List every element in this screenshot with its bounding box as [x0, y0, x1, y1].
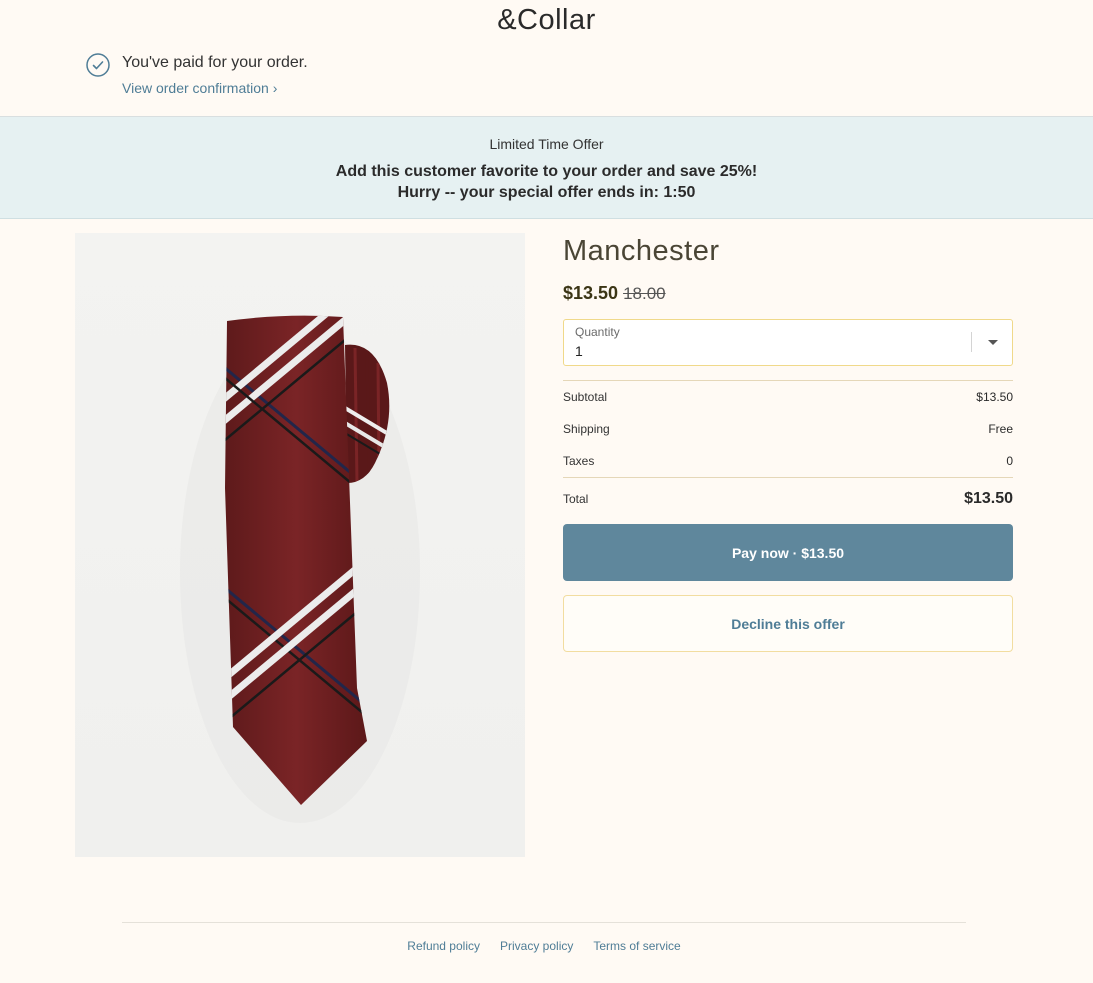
shipping-value: Free — [988, 422, 1013, 436]
total-row: Total $13.50 — [563, 477, 1013, 519]
footer-links: Refund policy Privacy policy Terms of se… — [122, 939, 966, 953]
main-content: Manchester $13.50 18.00 Quantity 1 Subto… — [0, 219, 1093, 922]
chevron-down-icon[interactable] — [988, 340, 998, 345]
taxes-label: Taxes — [563, 454, 595, 468]
total-value: $13.50 — [964, 489, 1013, 507]
payment-status: You've paid for your order. View order c… — [86, 52, 308, 98]
decline-offer-button[interactable]: Decline this offer — [563, 595, 1013, 652]
offer-banner: Limited Time Offer Add this customer fav… — [0, 117, 1093, 219]
product-image — [75, 233, 525, 857]
offer-headline: Add this customer favorite to your order… — [335, 163, 758, 180]
privacy-policy-link[interactable]: Privacy policy — [500, 939, 573, 953]
offer-label: Limited Time Offer — [489, 136, 604, 152]
check-circle-icon — [86, 53, 110, 77]
quantity-value: 1 — [575, 343, 583, 359]
shipping-row: Shipping Free — [563, 413, 1013, 445]
subtotal-label: Subtotal — [563, 390, 608, 404]
taxes-row: Taxes 0 — [563, 445, 1013, 477]
subtotal-value: $13.50 — [976, 390, 1013, 404]
order-summary: Subtotal $13.50 Shipping Free Taxes 0 To… — [563, 380, 1013, 519]
total-label: Total — [563, 491, 589, 506]
original-price: 18.00 — [623, 284, 666, 303]
view-order-confirmation-link[interactable]: View order confirmation › — [122, 78, 308, 98]
terms-of-service-link[interactable]: Terms of service — [593, 939, 680, 953]
select-divider — [971, 332, 972, 352]
paid-message: You've paid for your order. — [122, 54, 308, 71]
necktie-image — [180, 315, 420, 823]
quantity-select[interactable]: Quantity 1 — [563, 319, 1013, 366]
store-logo[interactable]: &Collar — [0, 4, 1093, 37]
price-row: $13.50 18.00 — [563, 283, 1013, 304]
refund-policy-link[interactable]: Refund policy — [407, 939, 480, 953]
subtotal-row: Subtotal $13.50 — [563, 381, 1013, 413]
shipping-label: Shipping — [563, 422, 610, 436]
sale-price: $13.50 — [563, 283, 619, 303]
offer-details: Manchester $13.50 18.00 Quantity 1 Subto… — [563, 233, 1013, 652]
taxes-value: 0 — [1006, 454, 1013, 468]
quantity-label: Quantity — [575, 325, 620, 339]
offer-timer: Hurry -- your special offer ends in: 1:5… — [397, 184, 696, 201]
footer: Refund policy Privacy policy Terms of se… — [122, 922, 966, 953]
header: &Collar You've paid for your order. View… — [0, 0, 1093, 117]
product-title: Manchester — [563, 235, 720, 267]
pay-now-button[interactable]: Pay now · $13.50 — [563, 524, 1013, 581]
